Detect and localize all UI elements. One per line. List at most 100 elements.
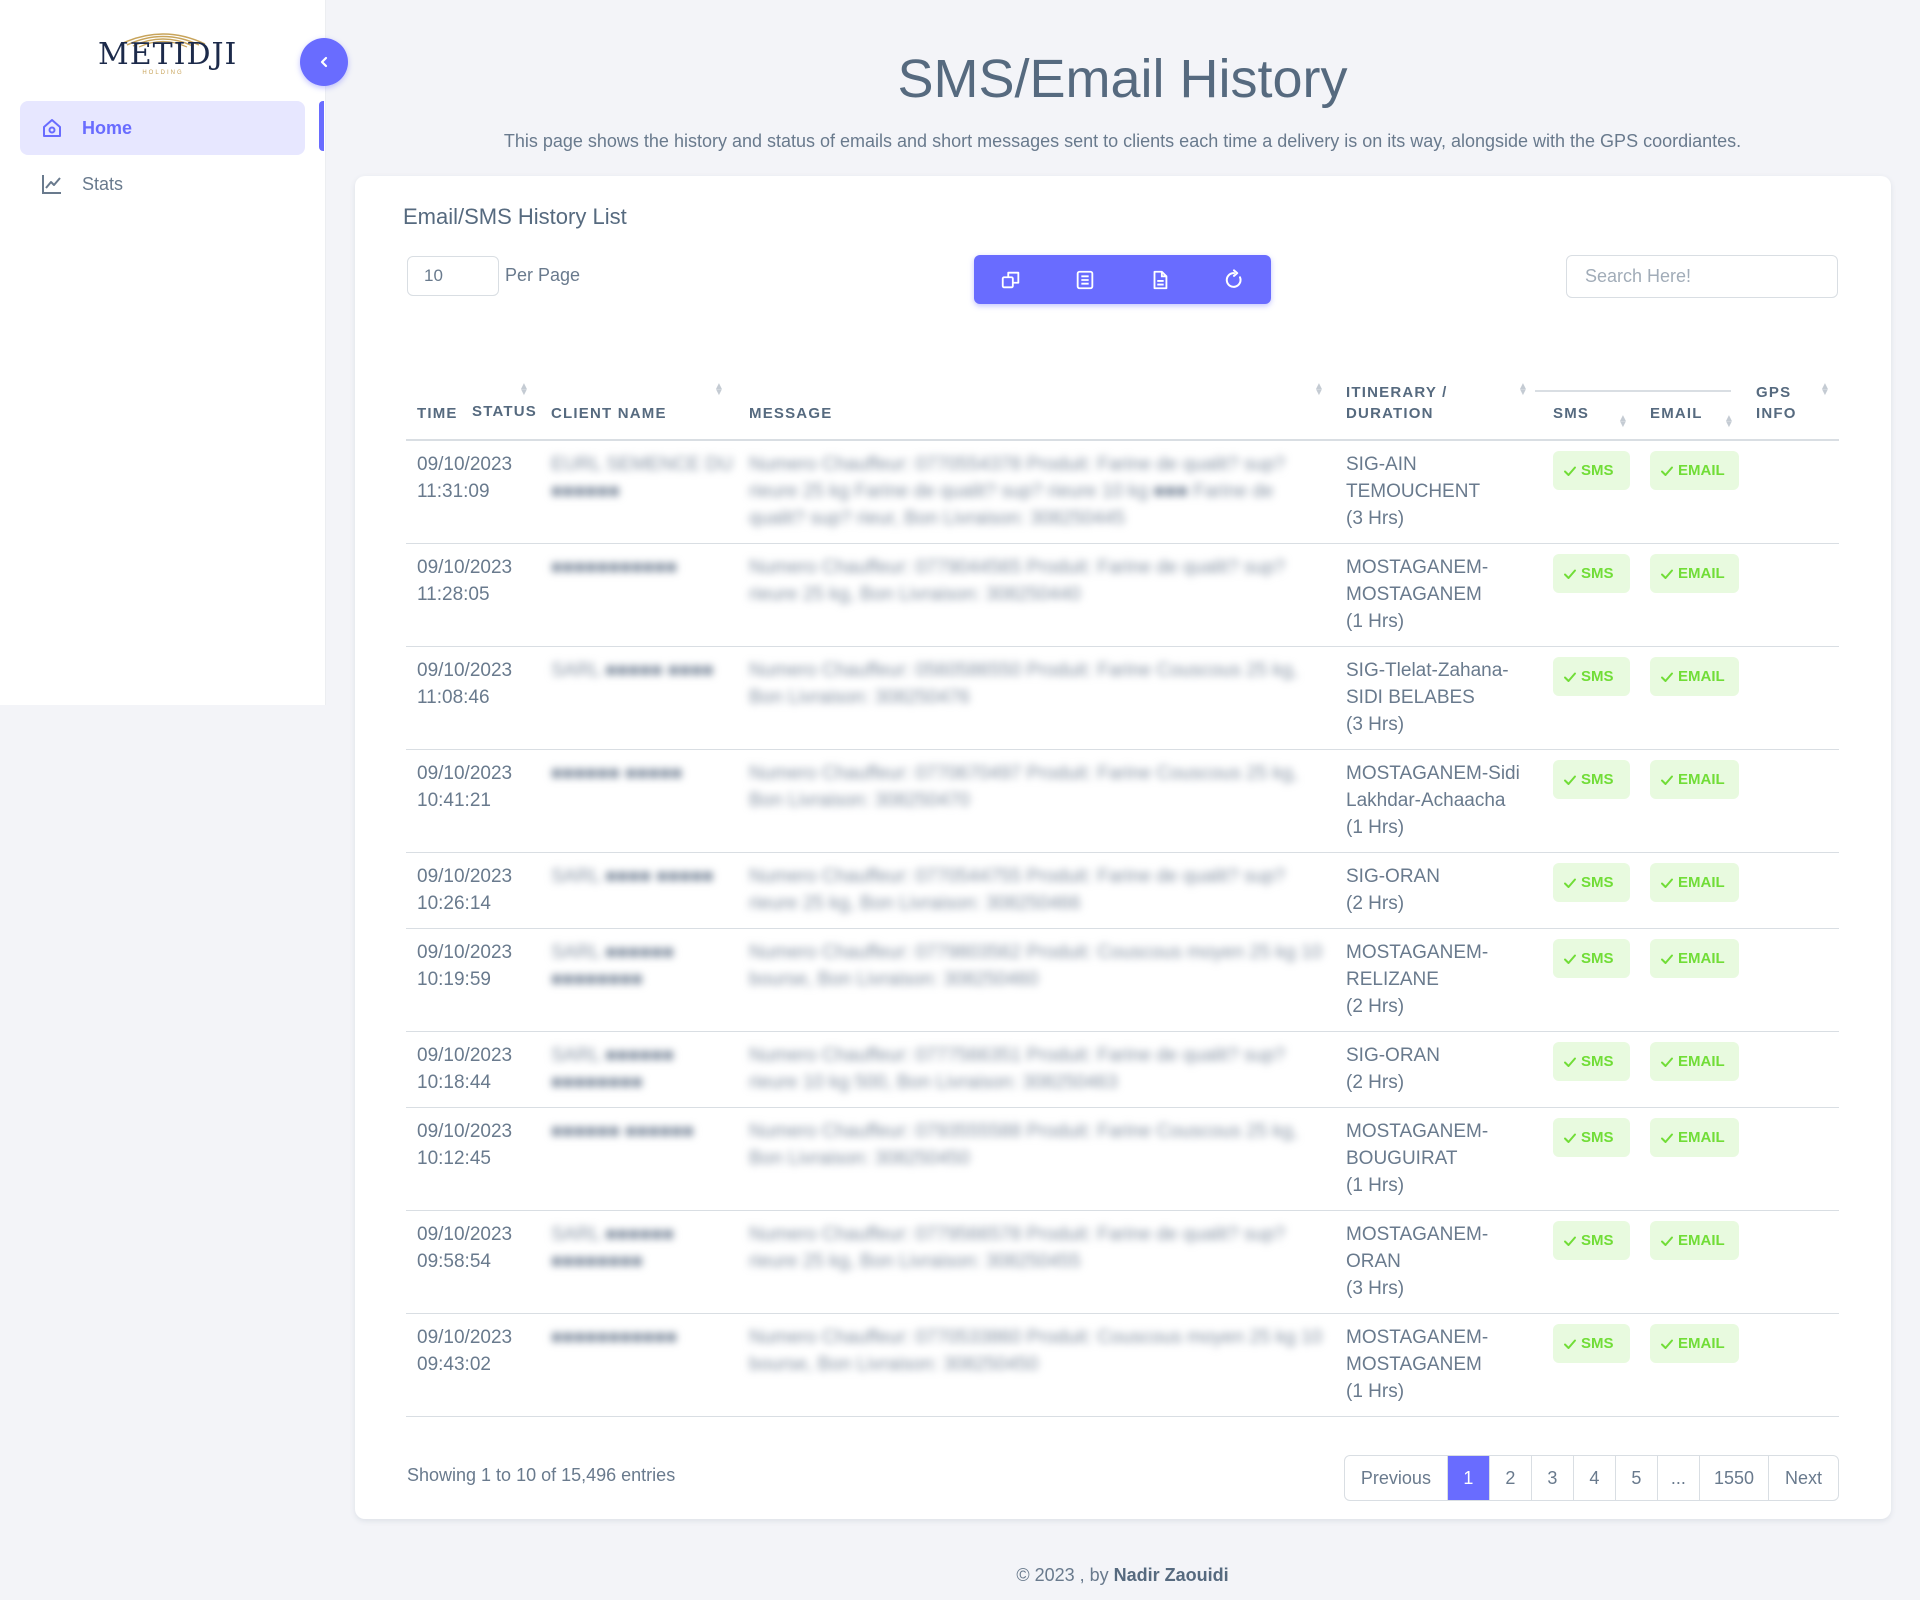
itinerary-header-line1: ITINERARY / bbox=[1346, 384, 1448, 401]
message-cell: Numero Chauffeur: 0779803562 Produit: Co… bbox=[749, 942, 1323, 990]
table-row[interactable]: 09/10/2023 10:19:59 SARL ■■■■■■ ■■■■■■■■ Nu… bbox=[406, 929, 1839, 1032]
column-time-header[interactable]: TIME bbox=[417, 403, 458, 424]
itinerary-cell: MOSTAGANEM- MOSTAGANEM (1 Hrs) bbox=[1346, 1324, 1541, 1405]
row-date: 09/10/2023 bbox=[417, 557, 513, 578]
page-button-2[interactable]: 2 bbox=[1488, 1456, 1531, 1500]
chart-line-icon bbox=[42, 175, 61, 194]
row-date: 09/10/2023 bbox=[417, 1224, 513, 1245]
row-time: 11:28:05 bbox=[417, 584, 490, 605]
page-button-last[interactable]: 1550 bbox=[1698, 1456, 1768, 1500]
card-title: Email/SMS History List bbox=[403, 204, 627, 229]
badge-label: EMAIL bbox=[1678, 874, 1725, 891]
next-page-button[interactable]: Next bbox=[1767, 1456, 1838, 1500]
row-date: 09/10/2023 bbox=[417, 454, 513, 475]
column-email-header[interactable]: EMAIL bbox=[1650, 403, 1703, 424]
email-status-badge: EMAIL bbox=[1650, 1118, 1739, 1157]
gps-header-line2: INFO bbox=[1756, 405, 1797, 422]
table-row[interactable]: 09/10/2023 09:58:54 SARL ■■■■■■ ■■■■■■■■ Nu… bbox=[406, 1211, 1839, 1314]
table-row[interactable]: 09/10/2023 10:26:14 SARL ■■■■ ■■■■■ Numero … bbox=[406, 853, 1839, 929]
search-input[interactable] bbox=[1566, 255, 1838, 298]
sort-indicator-icon[interactable]: ▲ ▼ bbox=[1820, 382, 1830, 398]
csv-button[interactable] bbox=[1048, 255, 1122, 304]
page-title: SMS/Email History bbox=[897, 49, 1348, 109]
collapse-sidebar-button[interactable] bbox=[300, 38, 348, 86]
time-cell: 09/10/2023 10:26:14 bbox=[417, 863, 547, 917]
column-message-header[interactable]: MESSAGE bbox=[749, 403, 832, 424]
page-button-3[interactable]: 3 bbox=[1530, 1456, 1573, 1500]
sms-status-badge: SMS bbox=[1553, 939, 1630, 978]
row-time: 11:08:46 bbox=[417, 687, 490, 708]
itinerary-line: (1 Hrs) bbox=[1346, 1381, 1405, 1402]
itinerary-cell: SIG-ORAN (2 Hrs) bbox=[1346, 1042, 1541, 1096]
itinerary-line: SIG-ORAN bbox=[1346, 866, 1440, 887]
sort-indicator-icon[interactable]: ▲ ▼ bbox=[1724, 414, 1734, 430]
time-cell: 09/10/2023 10:41:21 bbox=[417, 760, 547, 814]
sidebar-item-home[interactable]: Home bbox=[20, 101, 305, 155]
column-sms-header[interactable]: SMS bbox=[1553, 403, 1589, 424]
itinerary-line: (1 Hrs) bbox=[1346, 611, 1405, 632]
check-icon bbox=[1661, 1339, 1673, 1349]
column-client-header[interactable]: CLIENT NAME bbox=[551, 403, 667, 424]
table-row[interactable]: 09/10/2023 10:41:21 ■■■■■■ ■■■■■ Numero Cha… bbox=[406, 750, 1839, 853]
pdf-button[interactable] bbox=[1123, 255, 1197, 304]
page-button-4[interactable]: 4 bbox=[1572, 1456, 1615, 1500]
client-cell: EURL SEMENCE DU ■■■■■■ bbox=[551, 454, 733, 502]
badge-label: EMAIL bbox=[1678, 1129, 1725, 1146]
export-toolbar bbox=[974, 255, 1271, 304]
column-status-header: STATUS bbox=[472, 403, 537, 420]
page-button-5[interactable]: 5 bbox=[1614, 1456, 1657, 1500]
footer-author[interactable]: Nadir Zaouidi bbox=[1114, 1565, 1229, 1585]
sms-status-badge: SMS bbox=[1553, 863, 1630, 902]
itinerary-line: MOSTAGANEM- bbox=[1346, 1224, 1489, 1245]
footer-copyright: © 2023 , by bbox=[1016, 1565, 1109, 1585]
brand-logo[interactable]: METIDJI HOLDING bbox=[98, 26, 238, 90]
itinerary-line: (3 Hrs) bbox=[1346, 1278, 1405, 1299]
row-time: 10:41:21 bbox=[417, 790, 491, 811]
table-row[interactable]: 09/10/2023 10:12:45 ■■■■■■ ■■■■■■ Numero Ch… bbox=[406, 1108, 1839, 1211]
brand-name: METIDJI bbox=[98, 37, 238, 72]
refresh-button[interactable] bbox=[1197, 255, 1271, 304]
itinerary-line: RELIZANE bbox=[1346, 969, 1439, 990]
table-row[interactable]: 09/10/2023 10:18:44 SARL ■■■■■■ ■■■■■■■■ Nu… bbox=[406, 1032, 1839, 1108]
badge-label: SMS bbox=[1581, 1232, 1614, 1249]
table-row[interactable]: 09/10/2023 11:28:05 ■■■■■■■■■■■ Numero Chau… bbox=[406, 544, 1839, 647]
sort-indicator-icon[interactable]: ▲ ▼ bbox=[714, 382, 724, 398]
sms-status-badge: SMS bbox=[1553, 657, 1630, 696]
previous-page-button[interactable]: Previous bbox=[1345, 1456, 1447, 1500]
row-date: 09/10/2023 bbox=[417, 866, 513, 887]
badge-label: EMAIL bbox=[1678, 668, 1725, 685]
sidebar-item-stats[interactable]: Stats bbox=[20, 157, 305, 211]
row-time: 10:18:44 bbox=[417, 1072, 491, 1093]
table-row[interactable]: 09/10/2023 11:31:09 EURL SEMENCE DU ■■■■■■… bbox=[406, 441, 1839, 544]
status-divider bbox=[1535, 390, 1731, 392]
sort-indicator-icon[interactable]: ▲ ▼ bbox=[1518, 382, 1528, 398]
itinerary-line: (1 Hrs) bbox=[1346, 817, 1405, 838]
client-cell: SARL ■■■■ ■■■■■ bbox=[551, 866, 714, 887]
sms-status-badge: SMS bbox=[1553, 554, 1630, 593]
per-page-input[interactable] bbox=[407, 256, 499, 296]
column-itinerary-header[interactable]: ITINERARY / DURATION bbox=[1346, 382, 1448, 424]
history-card: Email/SMS History List Per Page bbox=[355, 176, 1891, 1519]
sort-indicator-icon[interactable]: ▲ ▼ bbox=[1314, 382, 1324, 398]
check-icon bbox=[1564, 878, 1576, 888]
per-page-label: Per Page bbox=[505, 265, 581, 285]
client-cell: SARL ■■■■■■ ■■■■■■■■ bbox=[551, 1224, 675, 1272]
time-cell: 09/10/2023 10:19:59 bbox=[417, 939, 547, 993]
column-gps-header[interactable]: GPS INFO bbox=[1756, 382, 1797, 424]
sort-indicator-icon[interactable]: ▲ ▼ bbox=[1618, 414, 1628, 430]
check-icon bbox=[1564, 954, 1576, 964]
copy-button[interactable] bbox=[974, 255, 1048, 304]
table-row[interactable]: 09/10/2023 11:08:46 SARL ■■■■■ ■■■■ Numero … bbox=[406, 647, 1839, 750]
table-row[interactable]: 09/10/2023 09:43:02 ■■■■■■■■■■■ Numero Chau… bbox=[406, 1314, 1839, 1417]
page-button-1[interactable]: 1 bbox=[1446, 1456, 1489, 1500]
sort-indicator-icon[interactable]: ▲ ▼ bbox=[519, 382, 529, 398]
check-icon bbox=[1661, 672, 1673, 682]
sms-status-badge: SMS bbox=[1553, 760, 1630, 799]
check-icon bbox=[1661, 878, 1673, 888]
check-icon bbox=[1661, 1236, 1673, 1246]
email-status-badge: EMAIL bbox=[1650, 451, 1739, 490]
email-status-badge: EMAIL bbox=[1650, 863, 1739, 902]
row-time: 10:19:59 bbox=[417, 969, 491, 990]
badge-label: SMS bbox=[1581, 771, 1614, 788]
time-cell: 09/10/2023 09:43:02 bbox=[417, 1324, 547, 1378]
